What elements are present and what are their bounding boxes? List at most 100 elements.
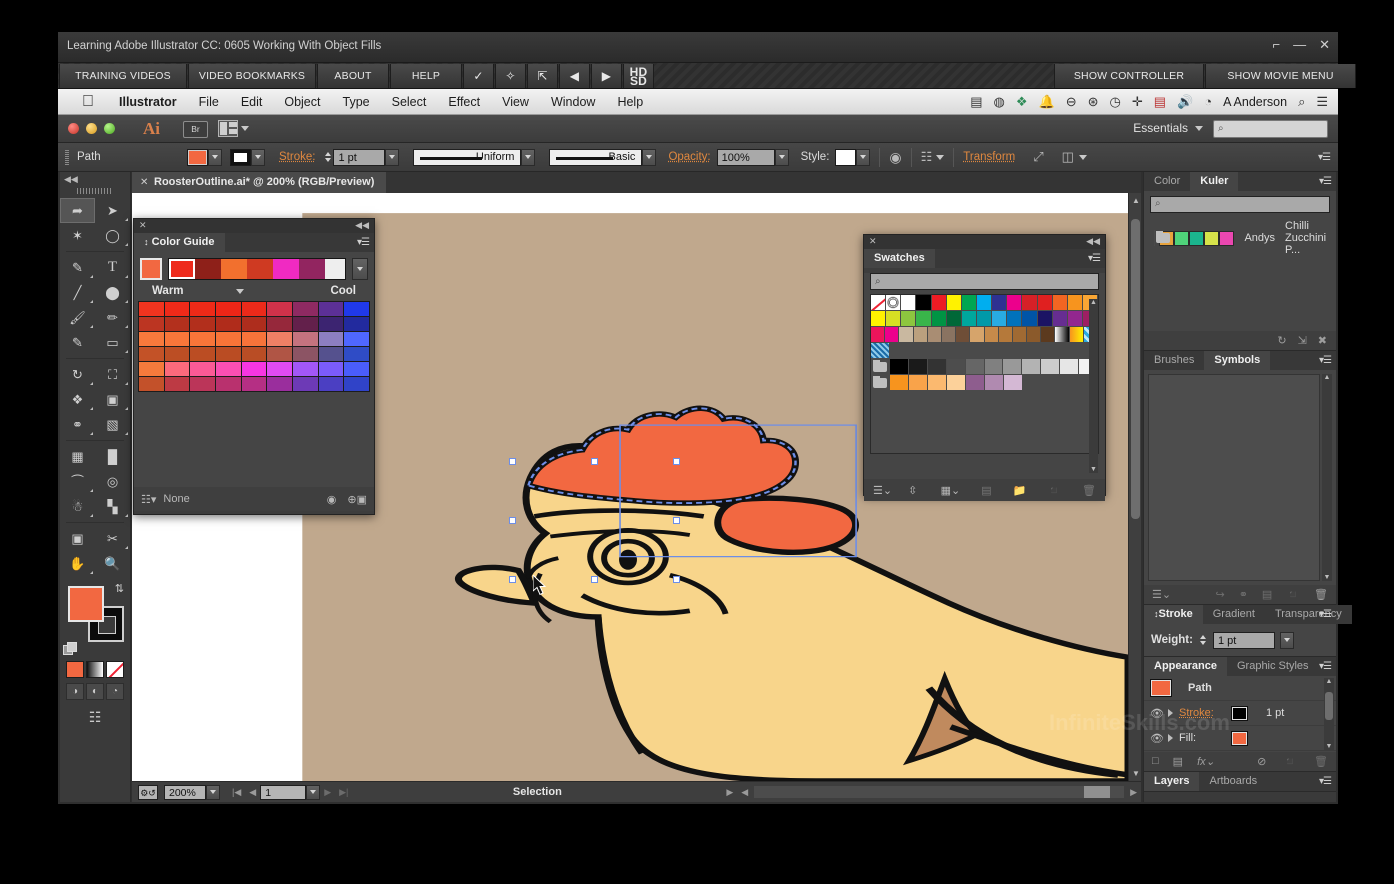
restore-icon[interactable]: ⌐ <box>1273 38 1281 52</box>
new-color-group-icon[interactable]: 📁 <box>1013 484 1027 497</box>
swatch[interactable] <box>1007 295 1023 311</box>
swatch[interactable] <box>1003 359 1023 375</box>
tab-stroke[interactable]: ↕Stroke <box>1144 605 1203 624</box>
default-fill-stroke-icon[interactable] <box>63 642 77 655</box>
harmony-swatch[interactable] <box>195 259 221 279</box>
collapse-icon[interactable]: ◀◀ <box>355 220 369 231</box>
move-icon[interactable]: ✛ <box>1132 89 1143 115</box>
transform-label[interactable]: Transform <box>963 151 1015 163</box>
fill-color-swatch[interactable] <box>187 148 208 166</box>
panel-menu-icon[interactable]: ▾☰ <box>1319 661 1332 672</box>
swatches-scrollbar[interactable]: ▲ ▼ <box>1089 299 1098 473</box>
zoom-level-dropdown[interactable] <box>206 784 220 800</box>
swatches-panel[interactable]: ✕ ◀◀ Swatches ▾☰ ⌕ ▲ ▼ ☰⌄ ⇳ ▦⌄ ▤ 📁 ◾ 🗑 <box>863 234 1106 501</box>
stroke-weight-dropdown[interactable] <box>1279 631 1294 649</box>
color-guide-swatch[interactable] <box>241 377 267 391</box>
color-guide-swatch[interactable] <box>215 332 241 346</box>
color-guide-swatch[interactable] <box>344 332 369 346</box>
menu-view[interactable]: View <box>491 89 540 115</box>
blob-brush-tool[interactable]: ✎ <box>60 330 95 355</box>
popout-icon[interactable]: ⇱ <box>527 64 558 88</box>
tab-artboards[interactable]: Artboards <box>1199 772 1268 791</box>
fill-color-swatch[interactable] <box>1231 730 1248 746</box>
canvas-vertical-scrollbar[interactable]: ▲ ▼ <box>1128 193 1141 781</box>
show-controller-button[interactable]: SHOW CONTROLLER <box>1054 64 1204 88</box>
harmony-rule-swatches[interactable] <box>168 258 346 280</box>
swatch[interactable] <box>1037 311 1053 327</box>
kuler-theme-item[interactable]: Andys Chilli Zucchini P... <box>1150 217 1330 259</box>
stroke-weight-input[interactable]: 1 pt <box>1212 631 1275 649</box>
swatch[interactable] <box>956 327 971 343</box>
nav-training-videos[interactable]: TRAINING VIDEOS <box>59 64 187 88</box>
bridge-button[interactable]: Br <box>183 121 208 138</box>
harmony-swatch[interactable] <box>273 259 299 279</box>
scroll-right-icon[interactable]: ▶ <box>1126 787 1141 798</box>
symbols-body[interactable]: ▲ ▼ <box>1144 370 1336 585</box>
accessibility-icon[interactable]: ⊛ <box>1088 89 1099 115</box>
color-guide-swatch[interactable] <box>190 362 215 376</box>
swatch[interactable] <box>916 295 932 311</box>
selection-handle[interactable] <box>673 576 680 583</box>
swatch-options-icon[interactable]: ▤ <box>981 484 991 497</box>
swatch[interactable] <box>1022 295 1038 311</box>
opacity-input[interactable]: 100% <box>716 148 775 166</box>
swatch[interactable] <box>1069 327 1084 343</box>
control-bar-grip[interactable] <box>65 149 69 165</box>
symbols-scrollbar[interactable]: ▲ ▼ <box>1322 374 1332 581</box>
menu-window[interactable]: Window <box>540 89 606 115</box>
menu-edit[interactable]: Edit <box>230 89 274 115</box>
color-guide-swatch[interactable] <box>190 317 215 331</box>
selection-handle[interactable] <box>509 576 516 583</box>
bookmark-icon[interactable]: ✧ <box>495 64 526 88</box>
color-guide-swatch[interactable] <box>241 302 267 316</box>
swatch[interactable] <box>909 375 928 391</box>
close-document-icon[interactable]: ✕ <box>140 172 148 193</box>
swatch-libraries-icon[interactable]: ☰⌄ <box>873 484 892 497</box>
swatch[interactable] <box>890 375 909 391</box>
swatch[interactable] <box>885 327 900 343</box>
width-tool[interactable]: ❖ <box>60 387 95 412</box>
stroke-color-swatch[interactable] <box>230 148 251 166</box>
swatch[interactable] <box>946 359 966 375</box>
visibility-eye-icon[interactable]: 👁 <box>1150 707 1164 720</box>
graphic-style-swatch[interactable] <box>835 148 857 166</box>
fill-color-dropdown[interactable] <box>208 148 222 166</box>
tab-brushes[interactable]: Brushes <box>1144 351 1205 370</box>
selection-handle[interactable] <box>591 576 598 583</box>
expand-triangle-icon[interactable] <box>1168 734 1173 742</box>
new-symbol-icon[interactable]: ◾ <box>1286 588 1300 601</box>
swatch[interactable] <box>927 359 947 375</box>
gradient-tool[interactable]: █ <box>95 444 130 469</box>
swatch[interactable] <box>1027 327 1042 343</box>
chevron-down-icon[interactable] <box>936 154 945 160</box>
show-swatch-kinds-icon[interactable]: ▦⌄ <box>941 484 961 497</box>
nav-about[interactable]: ABOUT <box>317 64 389 88</box>
add-new-stroke-icon[interactable]: □ <box>1152 755 1159 768</box>
opacity-dropdown[interactable] <box>774 148 789 166</box>
dropbox-icon[interactable]: ❖ <box>1016 89 1028 115</box>
color-guide-swatch[interactable] <box>292 332 318 346</box>
swatch[interactable] <box>1041 359 1061 375</box>
color-guide-swatch[interactable] <box>344 347 369 361</box>
panel-menu-icon[interactable]: ▾☰ <box>1088 253 1101 264</box>
previous-icon[interactable]: ◀ <box>559 64 590 88</box>
apple-icon[interactable]:  <box>74 89 108 115</box>
stroke-color-dropdown[interactable] <box>251 148 265 166</box>
type-tool[interactable]: T <box>95 255 130 280</box>
swatch[interactable] <box>1004 375 1023 391</box>
swatch[interactable] <box>1041 327 1056 343</box>
menu-effect[interactable]: Effect <box>437 89 491 115</box>
horizontal-scroll-thumb[interactable] <box>1084 786 1111 798</box>
color-guide-panel[interactable]: ✕ ◀◀ ↕ Color Guide ▾☰ Warm Cool ☷▾ None … <box>133 218 375 515</box>
color-guide-swatch[interactable] <box>318 317 344 331</box>
harmony-swatch[interactable] <box>247 259 273 279</box>
flag-icon[interactable]: ▤ <box>1154 89 1166 115</box>
chevron-down-icon[interactable] <box>1078 154 1087 160</box>
color-guide-swatch[interactable] <box>267 362 292 376</box>
swatch[interactable] <box>992 295 1008 311</box>
swatch[interactable] <box>886 311 902 327</box>
quality-icon[interactable]: HD SD <box>623 64 654 88</box>
appearance-scrollbar[interactable]: ▲ ▼ <box>1324 678 1334 750</box>
swatch[interactable] <box>992 311 1008 327</box>
folder-icon[interactable] <box>871 375 890 391</box>
